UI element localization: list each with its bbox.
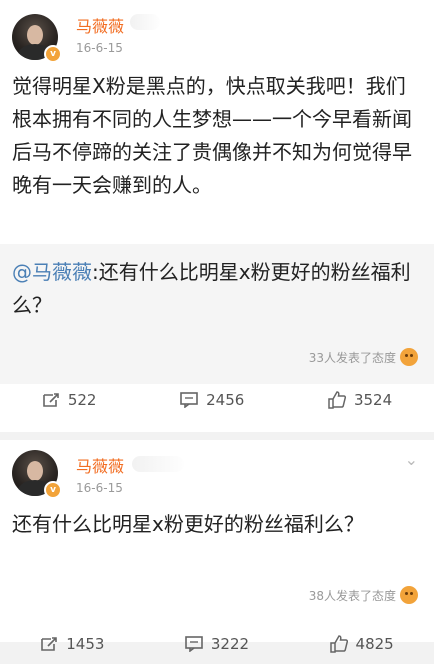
blurred-watermark	[132, 456, 184, 472]
blurred-watermark	[130, 14, 160, 30]
comment-button[interactable]: 2456	[180, 391, 244, 409]
thumbs-up-icon	[328, 391, 346, 409]
emoji-icon	[400, 348, 418, 366]
comment-count: 3222	[210, 635, 250, 653]
username[interactable]: 马薇薇	[76, 453, 124, 477]
comment-count: 2456	[206, 391, 245, 409]
post-text: 还有什么比明星x粉更好的粉丝福利么？	[12, 512, 364, 536]
quoted-post-text: @马薇薇:还有什么比明星x粉更好的粉丝福利么？	[12, 256, 422, 322]
comment-icon	[180, 392, 198, 408]
like-count: 4825	[355, 635, 394, 653]
approval-text: 38人发表了态度	[308, 588, 396, 603]
like-button[interactable]: 3524	[328, 391, 392, 409]
post-time: 16-6-15	[76, 481, 123, 495]
action-bar: 522 2456 3524	[0, 380, 434, 420]
verified-badge-icon: v	[44, 481, 62, 499]
approval-count[interactable]: 38人发表了态度	[309, 586, 418, 604]
mention-link[interactable]: @马薇薇	[12, 260, 92, 284]
action-bar: 1453 3222 4825	[0, 624, 434, 664]
verified-badge-icon: v	[44, 45, 62, 63]
like-count: 3524	[353, 391, 393, 409]
post-time: 16-6-15	[76, 41, 123, 55]
repost-button[interactable]: 522	[42, 391, 97, 409]
username[interactable]: 马薇薇	[76, 13, 124, 37]
comment-icon	[185, 636, 203, 652]
repost-count: 1453	[66, 635, 105, 653]
repost-button[interactable]: 1453	[40, 635, 104, 653]
comment-button[interactable]: 3222	[185, 635, 249, 653]
post-text: 觉得明星X粉是黑点的，快点取关我吧！我们根本拥有不同的人生梦想——一个今早看新闻…	[12, 74, 412, 197]
more-options-icon[interactable]: ⌄	[405, 450, 420, 469]
thumbs-up-icon	[329, 635, 348, 653]
weibo-post-2: v 马薇薇 16-6-15 ⌄ 还有什么比明星x粉更好的粉丝福利么？ 38人发表…	[0, 440, 434, 653]
repost-icon	[41, 637, 58, 651]
repost-count: 522	[67, 391, 97, 409]
approval-count[interactable]: 33人发表了态度	[309, 348, 418, 366]
emoji-icon	[400, 586, 418, 604]
quoted-post[interactable]: @马薇薇:还有什么比明星x粉更好的粉丝福利么？ 33人发表了态度	[0, 244, 434, 384]
like-button[interactable]: 4825	[329, 635, 394, 653]
repost-icon	[43, 393, 59, 407]
weibo-post-1: v 马薇薇 16-6-15 觉得明星X粉是黑点的，快点取关我吧！我们根本拥有不同…	[0, 0, 434, 432]
approval-text: 33人发表了态度	[308, 350, 396, 365]
